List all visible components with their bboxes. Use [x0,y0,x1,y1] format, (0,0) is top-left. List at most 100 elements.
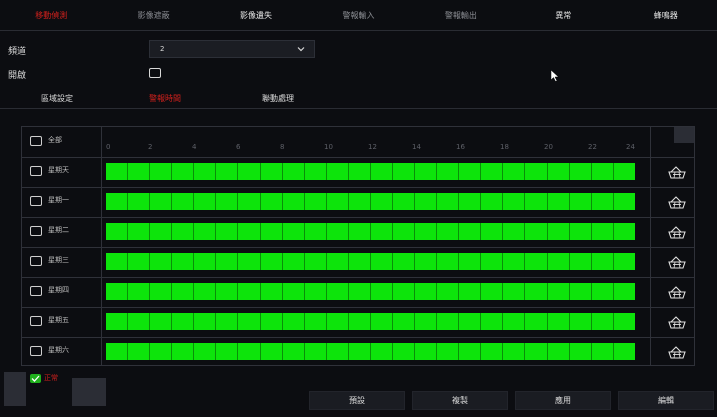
schedule-hour-segment[interactable] [481,313,504,330]
schedule-hour-segment[interactable] [437,313,460,330]
schedule-hour-segment[interactable] [194,223,217,240]
schedule-hour-segment[interactable] [106,223,129,240]
schedule-hour-segment[interactable] [481,223,504,240]
day-checkbox[interactable] [30,256,42,266]
schedule-hour-segment[interactable] [459,313,482,330]
schedule-hour-segment[interactable] [238,283,261,300]
schedule-hour-segment[interactable] [370,283,394,300]
schedule-hour-segment[interactable] [591,223,614,240]
schedule-hour-segment[interactable] [459,193,482,210]
schedule-hour-segment[interactable] [326,253,349,270]
schedule-hour-segment[interactable] [393,223,416,240]
schedule-hour-segment[interactable] [326,223,349,240]
eraser-icon[interactable] [667,314,687,330]
day-checkbox[interactable] [30,346,42,356]
schedule-hour-segment[interactable] [525,163,548,180]
schedule-hour-segment[interactable] [194,283,217,300]
schedule-hour-segment[interactable] [106,283,129,300]
subtab-linkage[interactable]: 聯動處理 [262,93,294,104]
schedule-hour-segment[interactable] [437,253,460,270]
tab-alarm-input[interactable]: 警報輸入 [307,10,409,21]
schedule-hour-segment[interactable] [415,193,438,210]
schedule-hour-segment[interactable] [172,253,195,270]
schedule-hour-segment[interactable] [326,313,349,330]
schedule-hour-segment[interactable] [613,343,635,360]
schedule-bar[interactable] [106,193,635,210]
schedule-hour-segment[interactable] [106,253,129,270]
schedule-hour-segment[interactable] [326,343,349,360]
edit-button[interactable]: 編輯 [618,391,714,410]
schedule-hour-segment[interactable] [591,193,614,210]
schedule-hour-segment[interactable] [613,253,635,270]
schedule-hour-segment[interactable] [591,313,614,330]
schedule-hour-segment[interactable] [260,193,283,210]
schedule-hour-segment[interactable] [569,223,592,240]
apply-button[interactable]: 應用 [515,391,611,410]
schedule-hour-segment[interactable] [569,253,592,270]
schedule-hour-segment[interactable] [437,163,460,180]
schedule-hour-segment[interactable] [128,343,151,360]
schedule-hour-segment[interactable] [150,193,173,210]
schedule-hour-segment[interactable] [238,163,261,180]
schedule-hour-segment[interactable] [238,343,261,360]
schedule-hour-segment[interactable] [481,163,504,180]
schedule-hour-segment[interactable] [547,163,570,180]
schedule-bar[interactable] [106,343,635,360]
day-checkbox[interactable] [30,196,42,206]
schedule-hour-segment[interactable] [459,223,482,240]
schedule-hour-segment[interactable] [260,343,283,360]
schedule-hour-segment[interactable] [348,253,371,270]
schedule-hour-segment[interactable] [393,283,416,300]
schedule-hour-segment[interactable] [525,343,548,360]
schedule-hour-segment[interactable] [437,283,460,300]
schedule-hour-segment[interactable] [415,223,438,240]
eraser-icon[interactable] [667,344,687,360]
schedule-hour-segment[interactable] [437,223,460,240]
eraser-icon[interactable] [667,254,687,270]
schedule-hour-segment[interactable] [503,283,526,300]
schedule-hour-segment[interactable] [370,193,394,210]
schedule-hour-segment[interactable] [216,343,239,360]
schedule-hour-segment[interactable] [503,223,526,240]
subtab-alarm-schedule[interactable]: 警報時間 [149,93,181,104]
schedule-hour-segment[interactable] [348,163,371,180]
schedule-hour-segment[interactable] [459,163,482,180]
eraser-icon[interactable] [667,194,687,210]
schedule-hour-segment[interactable] [481,283,504,300]
schedule-hour-segment[interactable] [304,313,327,330]
schedule-hour-segment[interactable] [260,223,283,240]
schedule-hour-segment[interactable] [106,343,129,360]
schedule-hour-segment[interactable] [304,283,327,300]
schedule-hour-segment[interactable] [481,193,504,210]
schedule-hour-segment[interactable] [370,343,394,360]
schedule-hour-segment[interactable] [260,163,283,180]
eraser-icon[interactable] [667,224,687,240]
schedule-hour-segment[interactable] [569,343,592,360]
schedule-bar[interactable] [106,313,635,330]
tab-buzzer[interactable]: 蜂鳴器 [615,10,717,21]
tab-motion-detection[interactable]: 移動偵測 [0,10,102,21]
schedule-hour-segment[interactable] [569,163,592,180]
schedule-hour-segment[interactable] [282,163,305,180]
schedule-hour-segment[interactable] [326,193,349,210]
subtab-area-settings[interactable]: 區域設定 [41,93,73,104]
tab-alarm-output[interactable]: 警報輸出 [410,10,512,21]
schedule-hour-segment[interactable] [481,343,504,360]
schedule-hour-segment[interactable] [326,283,349,300]
schedule-hour-segment[interactable] [282,193,305,210]
schedule-hour-segment[interactable] [326,163,349,180]
schedule-hour-segment[interactable] [459,283,482,300]
schedule-hour-segment[interactable] [393,193,416,210]
schedule-hour-segment[interactable] [348,193,371,210]
schedule-hour-segment[interactable] [172,313,195,330]
schedule-hour-segment[interactable] [547,343,570,360]
schedule-hour-segment[interactable] [304,223,327,240]
channel-select[interactable]: 2 [149,40,315,58]
schedule-hour-segment[interactable] [260,253,283,270]
schedule-hour-segment[interactable] [525,193,548,210]
schedule-hour-segment[interactable] [128,283,151,300]
schedule-hour-segment[interactable] [128,223,151,240]
schedule-hour-segment[interactable] [348,313,371,330]
schedule-hour-segment[interactable] [128,163,151,180]
schedule-hour-segment[interactable] [260,283,283,300]
